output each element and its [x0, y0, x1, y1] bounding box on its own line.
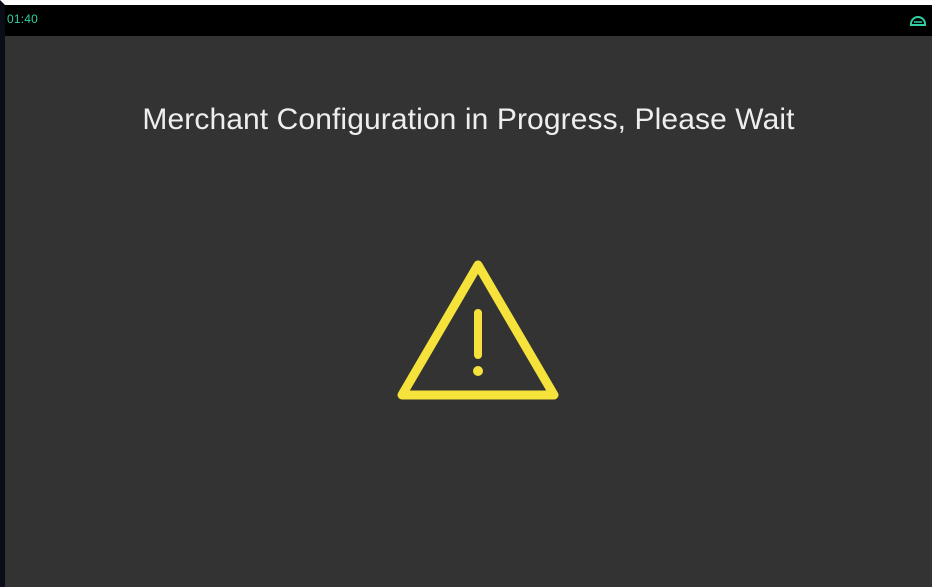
connection-indicator-icon: [908, 11, 928, 29]
status-time: 01:40: [7, 12, 39, 26]
device-screen: 01:40 Merchant Configuration in Progress…: [0, 0, 935, 587]
warning-triangle-icon: [392, 255, 564, 405]
page-title: Merchant Configuration in Progress, Plea…: [142, 103, 795, 136]
status-bar: 01:40: [5, 5, 932, 36]
